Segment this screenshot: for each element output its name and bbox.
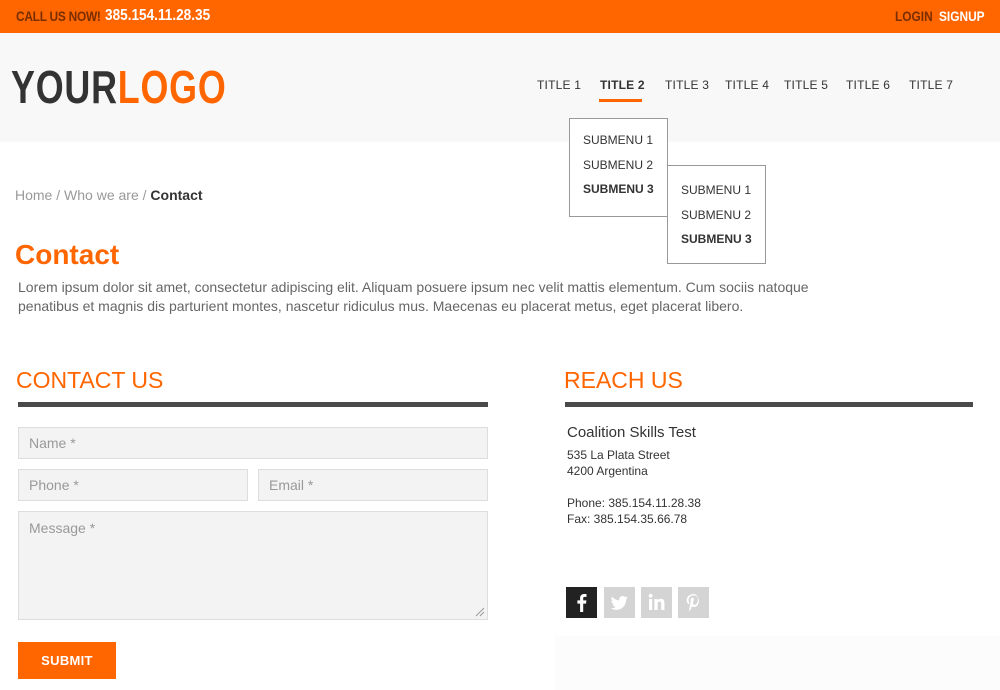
logo[interactable]: YOURLOGO xyxy=(11,63,227,111)
contact-fax: Fax: 385.154.35.66.78 xyxy=(567,512,688,526)
page-title: Contact xyxy=(15,239,120,270)
login-link[interactable]: LOGIN xyxy=(895,8,933,24)
sub-submenu-item-2[interactable]: SUBMENU 2 xyxy=(681,208,751,222)
call-us-label: CALL US NOW! xyxy=(16,8,101,24)
nav-title-5[interactable]: TITLE 5 xyxy=(784,78,828,92)
sub-submenu-dropdown: SUBMENU 1 SUBMENU 2 SUBMENU 3 xyxy=(667,165,766,264)
submenu-item-1[interactable]: SUBMENU 1 xyxy=(583,133,653,147)
nav-title-2[interactable]: TITLE 2 xyxy=(600,78,645,92)
nav-title-3[interactable]: TITLE 3 xyxy=(665,78,709,92)
header: YOURLOGO TITLE 1 TITLE 2 TITLE 3 TITLE 4… xyxy=(0,33,1000,142)
name-field[interactable]: Name * xyxy=(18,427,488,459)
phone-field[interactable]: Phone * xyxy=(18,469,248,501)
reach-us-heading: REACH US xyxy=(564,367,683,393)
contact-us-rule xyxy=(18,402,488,407)
submit-button[interactable]: SUBMIT xyxy=(18,642,116,679)
message-field-wrap[interactable]: Message * xyxy=(18,511,488,620)
nav-title-4[interactable]: TITLE 4 xyxy=(725,78,769,92)
breadcrumb-separator: / xyxy=(142,187,147,203)
top-phone-number: 385.154.11.28.35 xyxy=(105,7,211,24)
contact-phone: Phone: 385.154.11.28.38 xyxy=(567,496,701,510)
breadcrumb-current: Contact xyxy=(150,187,203,203)
email-field[interactable]: Email * xyxy=(258,469,488,501)
facebook-icon[interactable] xyxy=(566,587,597,618)
signup-link[interactable]: SIGNUP xyxy=(939,8,985,24)
resize-handle-icon[interactable] xyxy=(475,607,485,617)
breadcrumb-separator: / xyxy=(56,187,61,203)
message-field[interactable]: Message * xyxy=(18,511,488,620)
address-city: 4200 Argentina xyxy=(567,464,648,478)
breadcrumb: Home / Who we are / Contact xyxy=(15,187,203,203)
contact-us-heading: CONTACT US xyxy=(16,367,164,393)
submenu-dropdown: SUBMENU 1 SUBMENU 2 SUBMENU 3 xyxy=(569,118,668,217)
sub-submenu-item-1[interactable]: SUBMENU 1 xyxy=(681,183,751,197)
submenu-item-2[interactable]: SUBMENU 2 xyxy=(583,158,653,172)
logo-part-your: YOUR xyxy=(11,61,118,113)
nav-title-6[interactable]: TITLE 6 xyxy=(846,78,890,92)
nav-title-7[interactable]: TITLE 7 xyxy=(909,78,953,92)
linkedin-icon[interactable] xyxy=(641,587,672,618)
submenu-item-3[interactable]: SUBMENU 3 xyxy=(583,182,654,196)
sub-submenu-item-3[interactable]: SUBMENU 3 xyxy=(681,232,752,246)
organization-name: Coalition Skills Test xyxy=(567,424,696,441)
intro-text: Lorem ipsum dolor sit amet, consectetur … xyxy=(18,279,809,314)
pinterest-icon[interactable] xyxy=(678,587,709,618)
breadcrumb-who-we-are[interactable]: Who we are xyxy=(64,187,139,203)
nav-title-1[interactable]: TITLE 1 xyxy=(537,78,581,92)
twitter-icon[interactable] xyxy=(604,587,635,618)
breadcrumb-home[interactable]: Home xyxy=(15,187,52,203)
top-bar: CALL US NOW! 385.154.11.28.35 LOGIN SIGN… xyxy=(0,0,1000,33)
logo-part-logo: LOGO xyxy=(117,61,227,113)
address-street: 535 La Plata Street xyxy=(567,448,670,462)
nav-active-underline xyxy=(599,99,642,102)
bottom-fade xyxy=(555,636,1000,690)
reach-us-rule xyxy=(565,402,973,407)
